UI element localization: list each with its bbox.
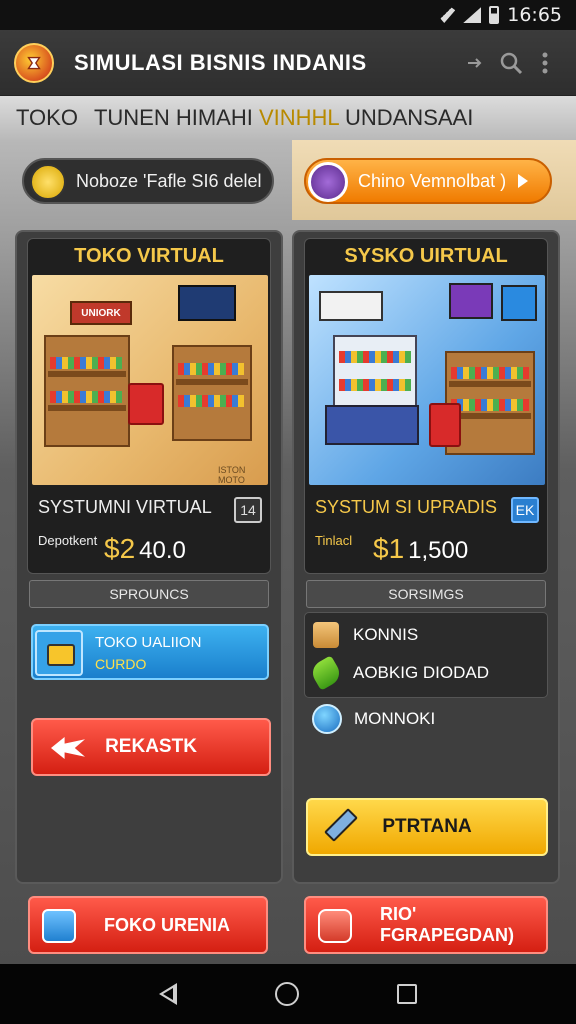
battery-icon xyxy=(489,6,500,24)
stats-pill-label: Noboze 'Fafle SI6 delel xyxy=(76,170,262,191)
signal-icon xyxy=(463,7,482,23)
ticker-highlight: VINHHL xyxy=(258,105,339,130)
share-icon[interactable] xyxy=(460,46,494,80)
search-icon[interactable] xyxy=(494,46,528,80)
report-button[interactable]: RIO' FGRAPEGDAN) xyxy=(304,896,548,954)
wifi-icon xyxy=(433,7,456,23)
card-subtitle: SYSTUMNI VIRTUAL xyxy=(38,497,212,517)
store-sign: UNIORK xyxy=(70,301,132,325)
home-icon[interactable] xyxy=(275,982,299,1006)
more-icon[interactable] xyxy=(528,46,562,80)
action-pill[interactable]: Chino Vemnolbat ) xyxy=(304,158,552,204)
upgrade-list: KONNIS AOBKIG DIODAD xyxy=(304,612,548,698)
ticker-part-1: TOKO xyxy=(16,105,78,130)
upgrade-button[interactable]: PTRTANA xyxy=(306,798,548,856)
restock-button[interactable]: REKASTK xyxy=(31,718,271,776)
section-header: SPROUNCS xyxy=(29,580,269,608)
basket-icon xyxy=(429,403,461,447)
price-sign xyxy=(319,291,383,321)
price-label: Depotkent xyxy=(38,533,98,548)
level-badge: EK xyxy=(511,497,539,523)
promo-title: TOKO UALIION xyxy=(95,634,202,651)
globe-icon xyxy=(312,704,342,734)
ticker-part-3: UNDANSAAI xyxy=(344,105,474,130)
card-title: TOKO VIRTUAL xyxy=(74,244,224,267)
app-title: SIMULASI BISNIS INDANIS xyxy=(74,49,367,75)
section-header: SORSIMGS xyxy=(306,580,546,608)
store-menu-button[interactable]: FOKO URENIA xyxy=(28,896,268,954)
card-subtitle: SYSTUM SI UPRADIS xyxy=(315,497,498,517)
image-caption: ISTON MOTO xyxy=(218,465,246,485)
bag-icon xyxy=(42,909,76,943)
leaf-icon xyxy=(308,655,344,691)
store-image xyxy=(309,275,545,485)
list-item[interactable]: AOBKIG DIODAD xyxy=(308,655,489,691)
stats-pill[interactable]: Noboze 'Fafle SI6 delel xyxy=(22,158,274,204)
action-pill-label: Chino Vemnolbat ) xyxy=(358,170,507,191)
display-screen xyxy=(178,285,236,321)
app-logo-icon xyxy=(14,42,54,83)
basket-icon xyxy=(128,383,164,425)
store-card-right[interactable]: SYSKO UIRTUAL SYSTUM SI UPRADIS EK Tinla… xyxy=(304,238,548,574)
status-bar: 16:65 xyxy=(0,0,576,30)
register-icon xyxy=(308,162,348,202)
recents-icon[interactable] xyxy=(397,984,417,1004)
box-icon xyxy=(313,622,339,648)
card-title: SYSKO UIRTUAL xyxy=(344,244,508,267)
play-arrow-icon xyxy=(518,174,529,188)
pencil-icon xyxy=(324,808,358,842)
back-icon[interactable] xyxy=(159,983,177,1005)
left-panel: TOKO VIRTUAL UNIORK ISTON MOTO SYSTUMNI … xyxy=(15,230,283,884)
store-card-left[interactable]: TOKO VIRTUAL UNIORK ISTON MOTO SYSTUMNI … xyxy=(27,238,271,574)
main-area: Noboze 'Fafle SI6 delel Chino Vemnolbat … xyxy=(0,140,576,964)
plane-icon xyxy=(51,737,85,759)
cart-icon xyxy=(35,630,83,676)
promo-box[interactable]: TOKO UALIION CURDO xyxy=(31,624,269,680)
chat-icon xyxy=(318,909,352,943)
ticker-part-2: TUNEN HIMAHI xyxy=(93,105,253,130)
counter xyxy=(325,405,419,445)
right-panel: SYSKO UIRTUAL SYSTUM SI UPRADIS EK Tinla… xyxy=(292,230,560,884)
display-screen xyxy=(449,283,493,319)
app-bar: SIMULASI BISNIS INDANIS xyxy=(0,30,576,96)
store-image: UNIORK ISTON MOTO xyxy=(32,275,268,485)
price-value: $1 1,500 xyxy=(373,533,469,564)
promo-subtitle: CURDO xyxy=(95,656,147,672)
system-nav-bar xyxy=(0,964,576,1024)
monnok-item[interactable]: MONNOKI xyxy=(312,704,435,734)
level-badge: 14 xyxy=(234,497,262,523)
list-item[interactable]: KONNIS xyxy=(313,617,418,653)
coin-icon xyxy=(30,164,66,200)
ticker-bar: TOKO TUNEN HIMAHI VINHHL UNDANSAAI xyxy=(0,96,576,140)
price-label: Tinlacl xyxy=(315,533,353,548)
status-time: 16:65 xyxy=(507,4,562,26)
display-screen-2 xyxy=(501,285,537,321)
price-value: $2 40.0 xyxy=(104,533,186,564)
